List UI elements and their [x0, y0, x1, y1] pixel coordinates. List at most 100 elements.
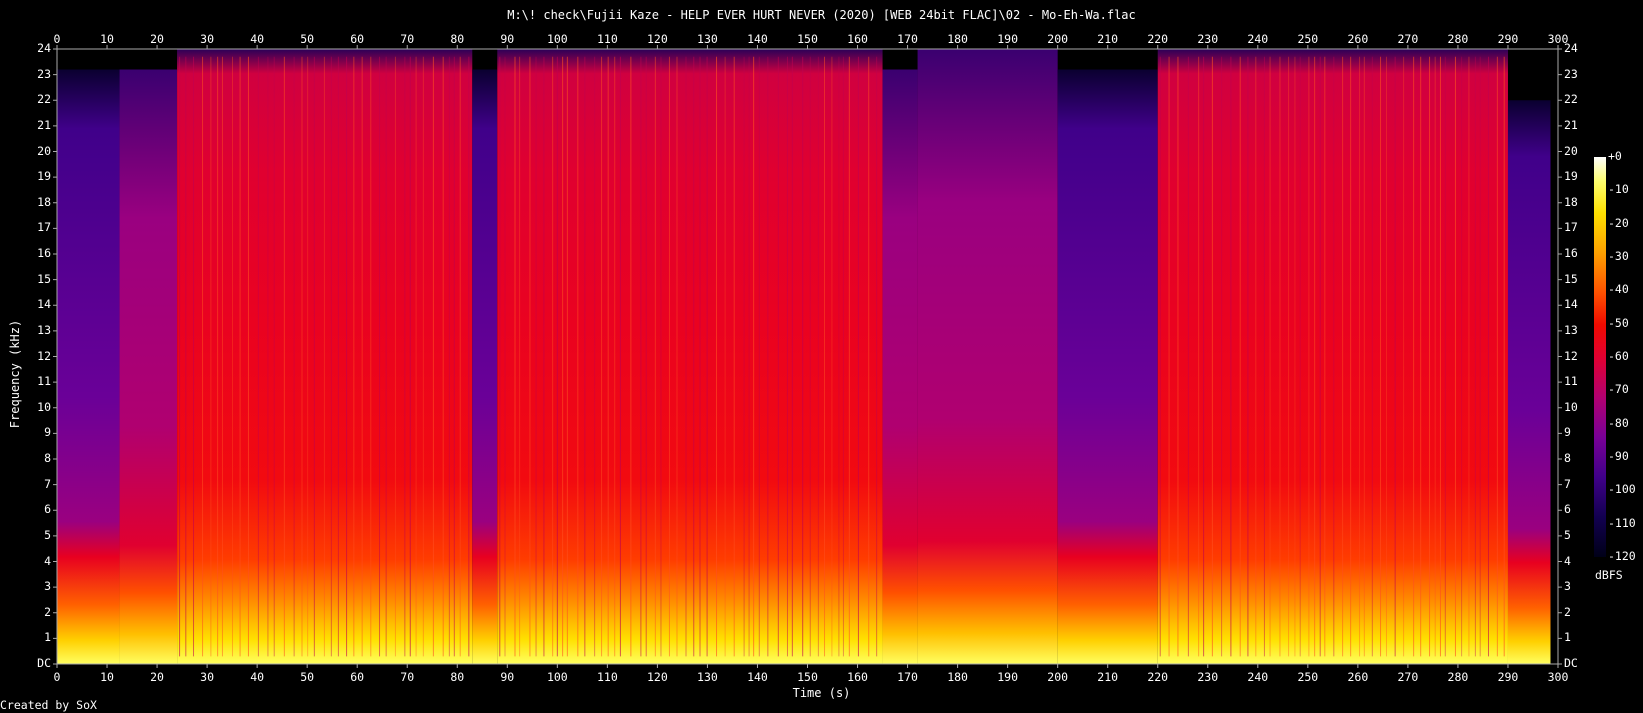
- x-tick-label-bottom: 260: [1347, 670, 1369, 684]
- x-tick-label-top: 10: [100, 32, 114, 46]
- x-tick-label-top: 130: [697, 32, 718, 46]
- x-tick-label-bottom: 130: [697, 670, 718, 684]
- y-tick-label-right: 8: [1564, 451, 1571, 465]
- x-tick-label-top: 210: [1097, 32, 1119, 46]
- y-tick-label-right: 2: [1564, 604, 1571, 619]
- x-axis-label: Time (s): [792, 686, 851, 700]
- x-tick-label-bottom: 10: [100, 670, 114, 684]
- colorbar-tick-label: -80: [1608, 415, 1629, 430]
- x-tick-label-bottom: 110: [596, 670, 618, 684]
- spectrogram-segment: [472, 69, 498, 664]
- y-tick-label-left: 11: [37, 374, 51, 389]
- y-tick-label-left: 6: [44, 502, 51, 517]
- x-tick-label-top: 120: [647, 32, 668, 46]
- x-tick-label-top: 30: [200, 32, 215, 46]
- x-tick-label-bottom: 190: [997, 670, 1019, 684]
- x-tick-label-bottom: 40: [250, 670, 265, 684]
- y-tick-label-left: 7: [44, 476, 51, 491]
- y-tick-label-right: 11: [1564, 374, 1578, 389]
- x-tick-label-bottom: 100: [546, 670, 568, 684]
- y-tick-label-right: 1: [1564, 630, 1571, 645]
- y-tick-label-left: 1: [44, 630, 51, 645]
- y-tick-label-left: 15: [37, 271, 51, 286]
- y-tick-label-left: 13: [37, 322, 51, 337]
- x-tick-label-top: 290: [1497, 32, 1519, 46]
- colorbar-tick-label: -70: [1608, 382, 1629, 397]
- x-tick-label-bottom: 60: [350, 670, 365, 684]
- y-tick-label-left: 24: [37, 41, 51, 55]
- spectrogram-segment: [1507, 100, 1551, 664]
- x-tick-label-top: 280: [1447, 32, 1469, 46]
- post-track-silence: [1550, 49, 1558, 664]
- x-tick-label-top: 90: [500, 32, 515, 46]
- colorbar-tick-label: -110: [1608, 515, 1636, 530]
- y-tick-label-right: 22: [1564, 92, 1578, 107]
- x-tick-label-bottom: 280: [1447, 670, 1469, 684]
- y-tick-label-left: DC: [37, 656, 51, 670]
- y-tick-label-right: 16: [1564, 246, 1578, 260]
- y-tick-label-right: 4: [1564, 553, 1571, 568]
- y-tick-label-left: 21: [37, 117, 51, 132]
- x-tick-label-bottom: 30: [200, 670, 215, 684]
- y-tick-label-right: 20: [1564, 143, 1578, 158]
- x-tick-label-top: 190: [997, 32, 1019, 46]
- colorbar-tick-label: -50: [1608, 315, 1629, 330]
- spectrogram-segment: [119, 69, 178, 664]
- x-tick-label-top: 260: [1347, 32, 1369, 46]
- x-tick-label-bottom: 290: [1497, 670, 1519, 684]
- y-tick-label-left: 17: [37, 220, 51, 235]
- y-tick-label-left: 18: [37, 194, 51, 209]
- x-tick-label-bottom: 70: [400, 670, 415, 684]
- x-tick-label-top: 140: [747, 32, 768, 46]
- x-tick-label-top: 100: [546, 32, 568, 46]
- y-tick-label-right: 24: [1564, 41, 1578, 55]
- x-tick-label-top: 160: [847, 32, 868, 46]
- x-tick-label-top: 20: [150, 32, 164, 46]
- y-tick-label-right: 15: [1564, 271, 1578, 286]
- y-tick-label-right: 14: [1564, 297, 1578, 312]
- y-tick-label-left: 4: [44, 553, 51, 568]
- x-tick-label-bottom: 150: [797, 670, 818, 684]
- y-tick-label-right: 12: [1564, 348, 1578, 363]
- x-tick-label-bottom: 50: [300, 670, 315, 684]
- x-tick-label-top: 240: [1247, 32, 1269, 46]
- colorbar-unit: dBFS: [1595, 568, 1623, 582]
- x-tick-label-bottom: 0: [53, 670, 61, 684]
- x-tick-label-bottom: 170: [897, 670, 918, 684]
- y-tick-label-right: 6: [1564, 502, 1571, 517]
- x-tick-label-top: 150: [797, 32, 818, 46]
- x-tick-label-top: 50: [300, 32, 315, 46]
- y-axis-label: Frequency (kHz): [8, 319, 22, 429]
- x-tick-label-bottom: 90: [500, 670, 515, 684]
- y-tick-label-right: DC: [1564, 656, 1578, 670]
- x-tick-label-top: 270: [1397, 32, 1419, 46]
- y-tick-label-right: 5: [1564, 527, 1571, 542]
- x-tick-label-bottom: 220: [1147, 670, 1169, 684]
- x-tick-label-bottom: 120: [647, 670, 668, 684]
- x-tick-label-bottom: 200: [1047, 670, 1069, 684]
- y-tick-label-left: 10: [37, 399, 51, 414]
- y-tick-label-left: 12: [37, 348, 51, 363]
- y-tick-label-right: 23: [1564, 66, 1578, 81]
- colorbar-tick-label: -90: [1608, 449, 1629, 463]
- x-tick-label-bottom: 230: [1197, 670, 1219, 684]
- x-tick-label-top: 250: [1297, 32, 1319, 46]
- y-tick-label-right: 7: [1564, 476, 1571, 491]
- y-tick-label-right: 19: [1564, 169, 1578, 184]
- spectrogram-segment: [57, 69, 120, 664]
- x-tick-label-bottom: 300: [1547, 670, 1569, 684]
- x-tick-label-bottom: 270: [1397, 670, 1419, 684]
- y-tick-label-left: 9: [44, 425, 51, 440]
- y-tick-label-right: 21: [1564, 117, 1578, 132]
- x-tick-label-bottom: 180: [947, 670, 968, 684]
- y-tick-label-right: 13: [1564, 322, 1578, 337]
- x-tick-label-top: 40: [250, 32, 265, 46]
- y-tick-label-left: 8: [44, 451, 51, 465]
- y-tick-label-left: 5: [44, 527, 51, 542]
- colorbar: [1594, 157, 1606, 557]
- x-tick-label-top: 70: [400, 32, 415, 46]
- y-tick-label-left: 14: [37, 297, 51, 312]
- x-tick-label-top: 80: [450, 32, 465, 46]
- colorbar-tick-label: -30: [1608, 249, 1629, 263]
- sox-credit: Created by SoX: [0, 698, 97, 712]
